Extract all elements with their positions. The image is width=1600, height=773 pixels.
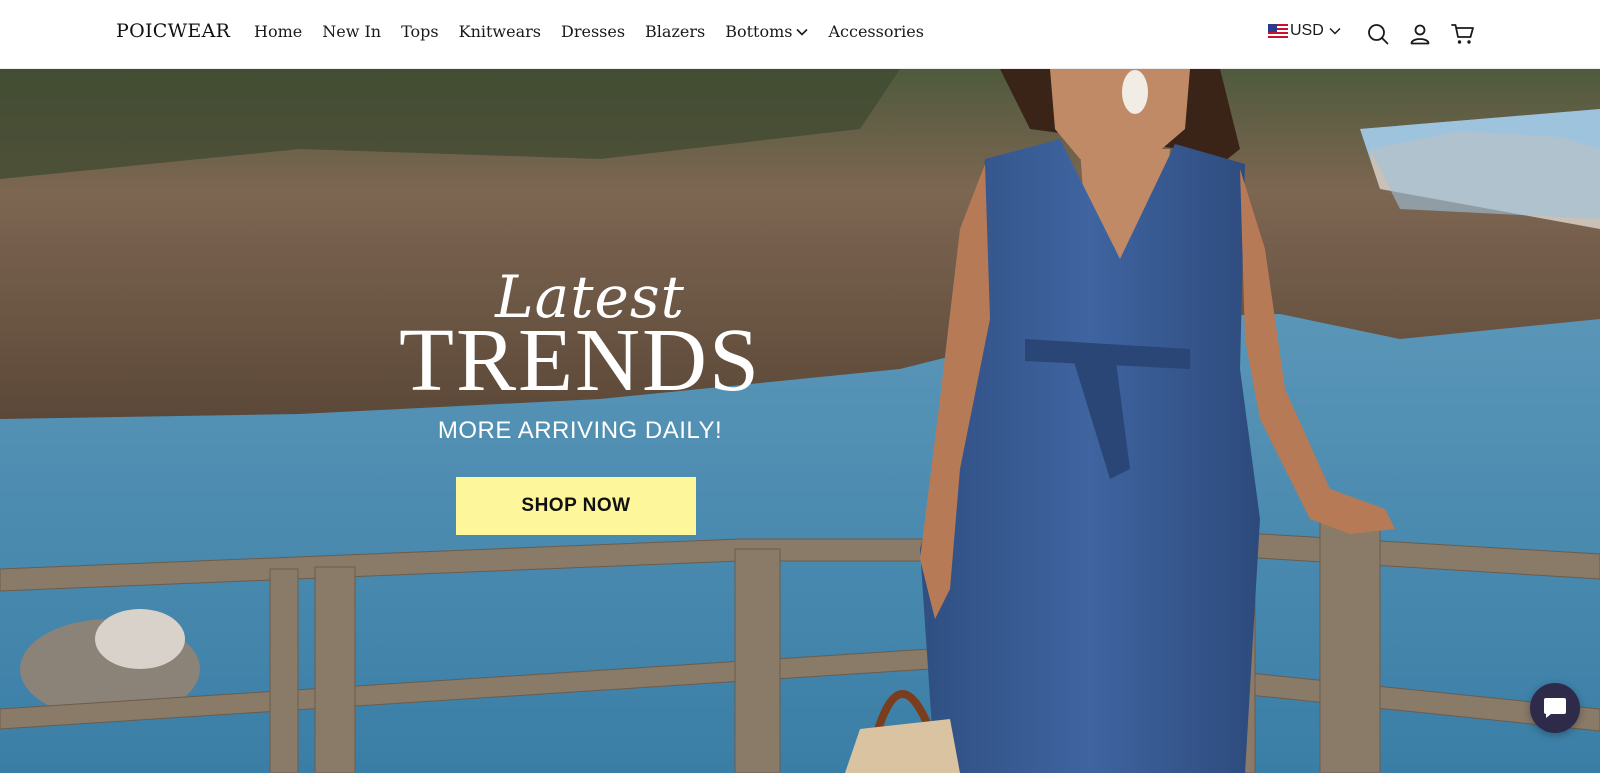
- hero-text-block: Latest TRENDS MORE ARRIVING DAILY!: [380, 267, 780, 445]
- nav-item-label: Accessories: [828, 22, 924, 41]
- account-icon[interactable]: [1408, 22, 1432, 46]
- nav-item-dresses[interactable]: Dresses: [561, 22, 625, 41]
- main-nav: Home New In Tops Knitwears Dresses Blaze…: [254, 22, 944, 41]
- nav-item-tops[interactable]: Tops: [401, 22, 439, 41]
- hero-subtitle: MORE ARRIVING DAILY!: [437, 417, 723, 444]
- nav-item-accessories[interactable]: Accessories: [828, 22, 923, 41]
- nav-item-label: New In: [322, 22, 382, 41]
- nav-item-label: Knitwears: [458, 22, 541, 41]
- currency-selector[interactable]: USD: [1268, 22, 1341, 40]
- nav-item-new-in[interactable]: New In: [322, 22, 381, 41]
- nav-item-label: Home: [254, 22, 303, 41]
- us-flag-icon: [1268, 24, 1288, 38]
- search-icon[interactable]: [1366, 22, 1390, 46]
- site-header: POICWEAR Home New In Tops Knitwears Dres…: [0, 0, 1600, 69]
- nav-item-label: Dresses: [561, 22, 626, 41]
- nav-item-label: Tops: [401, 22, 439, 41]
- hero-banner: Latest TRENDS MORE ARRIVING DAILY! SHOP …: [0, 69, 1600, 773]
- nav-item-home[interactable]: Home: [254, 22, 302, 41]
- chat-icon[interactable]: [1530, 683, 1580, 733]
- logo[interactable]: POICWEAR: [116, 20, 230, 42]
- nav-item-label: Blazers: [645, 22, 706, 41]
- cart-icon[interactable]: [1451, 22, 1475, 46]
- shop-now-button[interactable]: SHOP NOW: [456, 477, 696, 535]
- chevron-down-icon: [1329, 27, 1341, 35]
- hero-title: TRENDS: [398, 311, 762, 410]
- nav-item-knitwears[interactable]: Knitwears: [459, 22, 541, 41]
- nav-item-blazers[interactable]: Blazers: [645, 22, 705, 41]
- currency-label: USD: [1290, 22, 1324, 39]
- nav-item-label: Bottoms: [725, 22, 793, 41]
- hero-image: [0, 69, 1600, 773]
- chevron-down-icon: [796, 28, 809, 36]
- nav-item-bottoms[interactable]: Bottoms: [725, 22, 809, 41]
